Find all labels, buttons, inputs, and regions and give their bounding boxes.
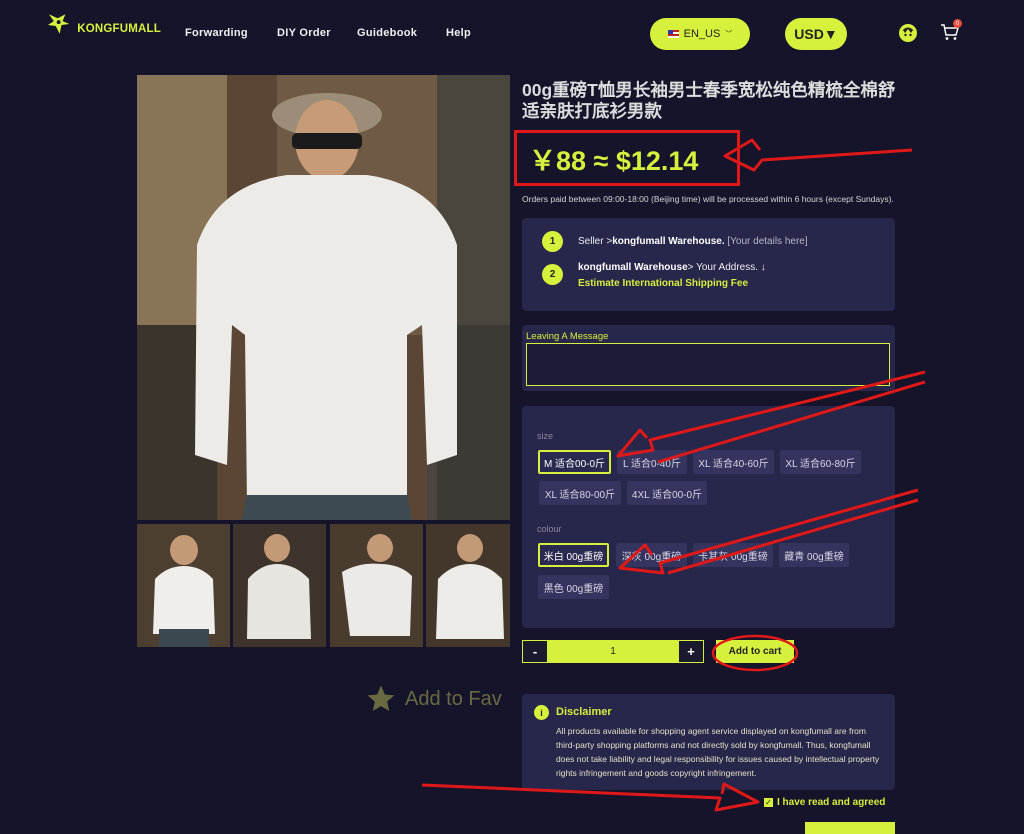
step-two-address: > Your Address. ↓ — [687, 262, 766, 273]
product-title: 00g重磅T恤男长袖男士春季宽松纯色精梳全棉舒适亲肤打底衫男款 — [522, 80, 896, 121]
step-two-badge: 2 — [542, 264, 563, 285]
add-to-fav-button[interactable]: Add to Fav — [365, 683, 502, 715]
thumbnail-photo-icon — [426, 524, 510, 647]
add-to-fav-label: Add to Fav — [405, 687, 502, 710]
quantity-decrement-button[interactable]: - — [522, 640, 548, 663]
nav-forwarding[interactable]: Forwarding — [185, 27, 248, 39]
colour-option[interactable]: 黑色 00g重磅 — [538, 575, 609, 599]
disclaimer-title: Disclaimer — [556, 706, 612, 718]
message-label: Leaving A Message — [526, 331, 609, 342]
product-price: ￥88 ≈ $12.14 — [529, 145, 699, 176]
quantity-increment-button[interactable]: + — [678, 640, 704, 663]
thumbnail-photo-icon — [137, 524, 230, 647]
thumbnail-photo-icon — [330, 524, 423, 647]
size-option[interactable]: 4XL 适合00-0斤 — [627, 481, 707, 505]
kungfu-mascot-icon — [47, 14, 70, 34]
product-photo-icon — [137, 75, 510, 520]
language-label: EN_US — [683, 28, 721, 40]
estimate-shipping-link[interactable]: Estimate International Shipping Fee — [578, 278, 748, 289]
step-one-badge: 1 — [542, 231, 563, 252]
user-avatar-icon[interactable] — [898, 23, 918, 43]
processing-note: Orders paid between 09:00-18:00 (Beijing… — [522, 194, 894, 204]
nav-guidebook[interactable]: Guidebook — [357, 27, 417, 39]
nav-help[interactable]: Help — [446, 27, 471, 39]
agree-label: I have read and agreed — [777, 797, 886, 808]
checkmark-icon: ✓ — [764, 798, 773, 807]
price-highlight-box: ￥88 ≈ $12.14 — [514, 130, 740, 186]
submit-button-partial[interactable] — [805, 822, 895, 834]
size-option[interactable]: XL 适合40-60斤 — [693, 450, 774, 474]
message-input[interactable] — [526, 343, 890, 386]
step-one-text: Seller >kongfumall Warehouse. [Your deta… — [578, 236, 808, 247]
cart-count-badge: 0 — [953, 19, 962, 28]
colour-option[interactable]: 卡其灰 00g重磅 — [693, 543, 773, 567]
quantity-input[interactable]: 1 — [548, 640, 678, 663]
product-thumbnail[interactable] — [426, 524, 510, 647]
info-icon: i — [534, 705, 549, 720]
brand-logo[interactable]: KONGFUMALL — [46, 10, 161, 40]
step-two-text: kongfumall Warehouse> Your Address. ↓ — [578, 262, 766, 273]
step-two-warehouse: kongfumall Warehouse — [578, 262, 688, 273]
disclaimer-text: All products available for shopping agen… — [556, 726, 880, 778]
product-thumbnail[interactable] — [330, 524, 423, 647]
colour-label: colour — [537, 524, 562, 534]
colour-option-selected[interactable]: 米白 00g重磅 — [538, 543, 609, 567]
colour-option[interactable]: 深灰 00g重磅 — [616, 543, 687, 567]
add-to-cart-button[interactable]: Add to cart — [716, 640, 794, 663]
brand-name: KONGFUMALL — [77, 23, 161, 35]
nav-diy-order[interactable]: DIY Order — [277, 27, 331, 39]
star-icon — [367, 685, 395, 711]
chevron-down-icon: ﹀ — [725, 31, 733, 38]
product-thumbnail[interactable] — [233, 524, 326, 647]
step-one-warehouse: kongfumall Warehouse. — [612, 236, 725, 247]
product-main-image — [137, 75, 510, 520]
colour-option[interactable]: 藏青 00g重磅 — [779, 543, 849, 567]
step-one-details: [Your details here] — [724, 236, 808, 247]
size-option[interactable]: L 适合0-40斤 — [617, 450, 687, 474]
size-option-selected[interactable]: M 适合00-0斤 — [538, 450, 611, 474]
currency-selector[interactable]: USD▼ — [785, 18, 847, 50]
size-option[interactable]: XL 适合80-00斤 — [539, 481, 621, 505]
us-flag-icon — [667, 30, 679, 38]
step-one-prefix: Seller > — [578, 236, 613, 247]
annotation-arrow-price — [723, 138, 913, 172]
product-thumbnail[interactable] — [137, 524, 230, 647]
shipping-steps-panel: 1 Seller >kongfumall Warehouse. [Your de… — [522, 218, 895, 311]
size-label: size — [537, 431, 554, 441]
language-selector[interactable]: EN_US ﹀ — [650, 18, 750, 50]
thumbnail-photo-icon — [233, 524, 326, 647]
disclaimer-panel: i Disclaimer All products available for … — [522, 694, 895, 790]
agree-checkbox[interactable]: ✓ I have read and agreed — [764, 797, 885, 808]
size-option[interactable]: XL 适合60-80斤 — [780, 450, 861, 474]
